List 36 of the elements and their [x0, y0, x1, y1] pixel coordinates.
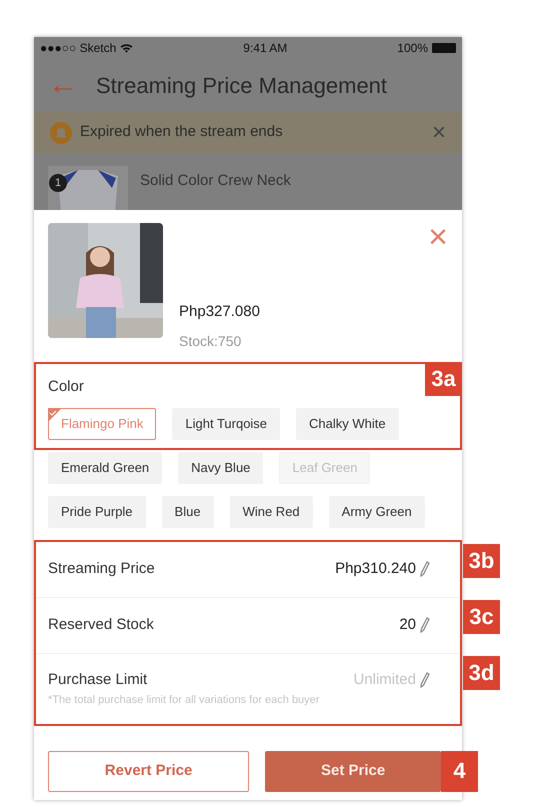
hint-text: *The total purchase limit for all variations for each buyer	[48, 692, 320, 708]
field-label: Purchase Limit	[48, 670, 148, 690]
color-option[interactable]: Navy Blue	[178, 452, 264, 484]
annotation-label: 4	[441, 750, 478, 792]
field-label: Reserved Stock	[48, 614, 154, 635]
annotation-label: 3d	[463, 656, 500, 690]
field-value: Php310.240	[335, 558, 416, 579]
color-option[interactable]: Emerald Green	[48, 452, 162, 484]
check-icon	[48, 408, 62, 422]
stock-text: Stock:750	[179, 332, 242, 351]
time-text: 9:41 AM	[243, 40, 288, 56]
annotation-label: 3a	[425, 362, 462, 396]
annotation-label: 3c	[463, 600, 500, 634]
pencil-icon[interactable]	[420, 561, 430, 577]
color-option[interactable]: Blue	[162, 496, 214, 528]
field-label: Streaming Price	[48, 558, 155, 579]
bell-icon	[50, 122, 72, 144]
pencil-icon[interactable]	[420, 617, 430, 633]
battery-icon	[432, 42, 456, 52]
revert-price-button[interactable]: Revert Price	[48, 750, 250, 792]
color-option[interactable]: Chalky White	[296, 408, 399, 440]
field-value: Unlimited	[353, 670, 416, 690]
page-title: Streaming Price Management	[96, 72, 388, 100]
battery-text: 100%	[397, 40, 428, 56]
carrier-text: ●●●○○ Sketch	[40, 40, 116, 56]
product-price: Php327.080	[179, 302, 260, 322]
color-option[interactable]: Light Turqoise	[172, 408, 280, 440]
wifi-icon	[120, 42, 134, 52]
pencil-icon[interactable]	[420, 672, 430, 688]
annotation-label: 3b	[463, 544, 500, 578]
color-option[interactable]: Pride Purple	[48, 496, 146, 528]
color-option[interactable]: Army Green	[328, 496, 425, 528]
color-option[interactable]: Wine Red	[230, 496, 313, 528]
field-value: 20	[399, 614, 416, 635]
banner-text: Expired when the stream ends	[80, 122, 284, 142]
product-title: Solid Color Crew Neck	[140, 171, 291, 191]
